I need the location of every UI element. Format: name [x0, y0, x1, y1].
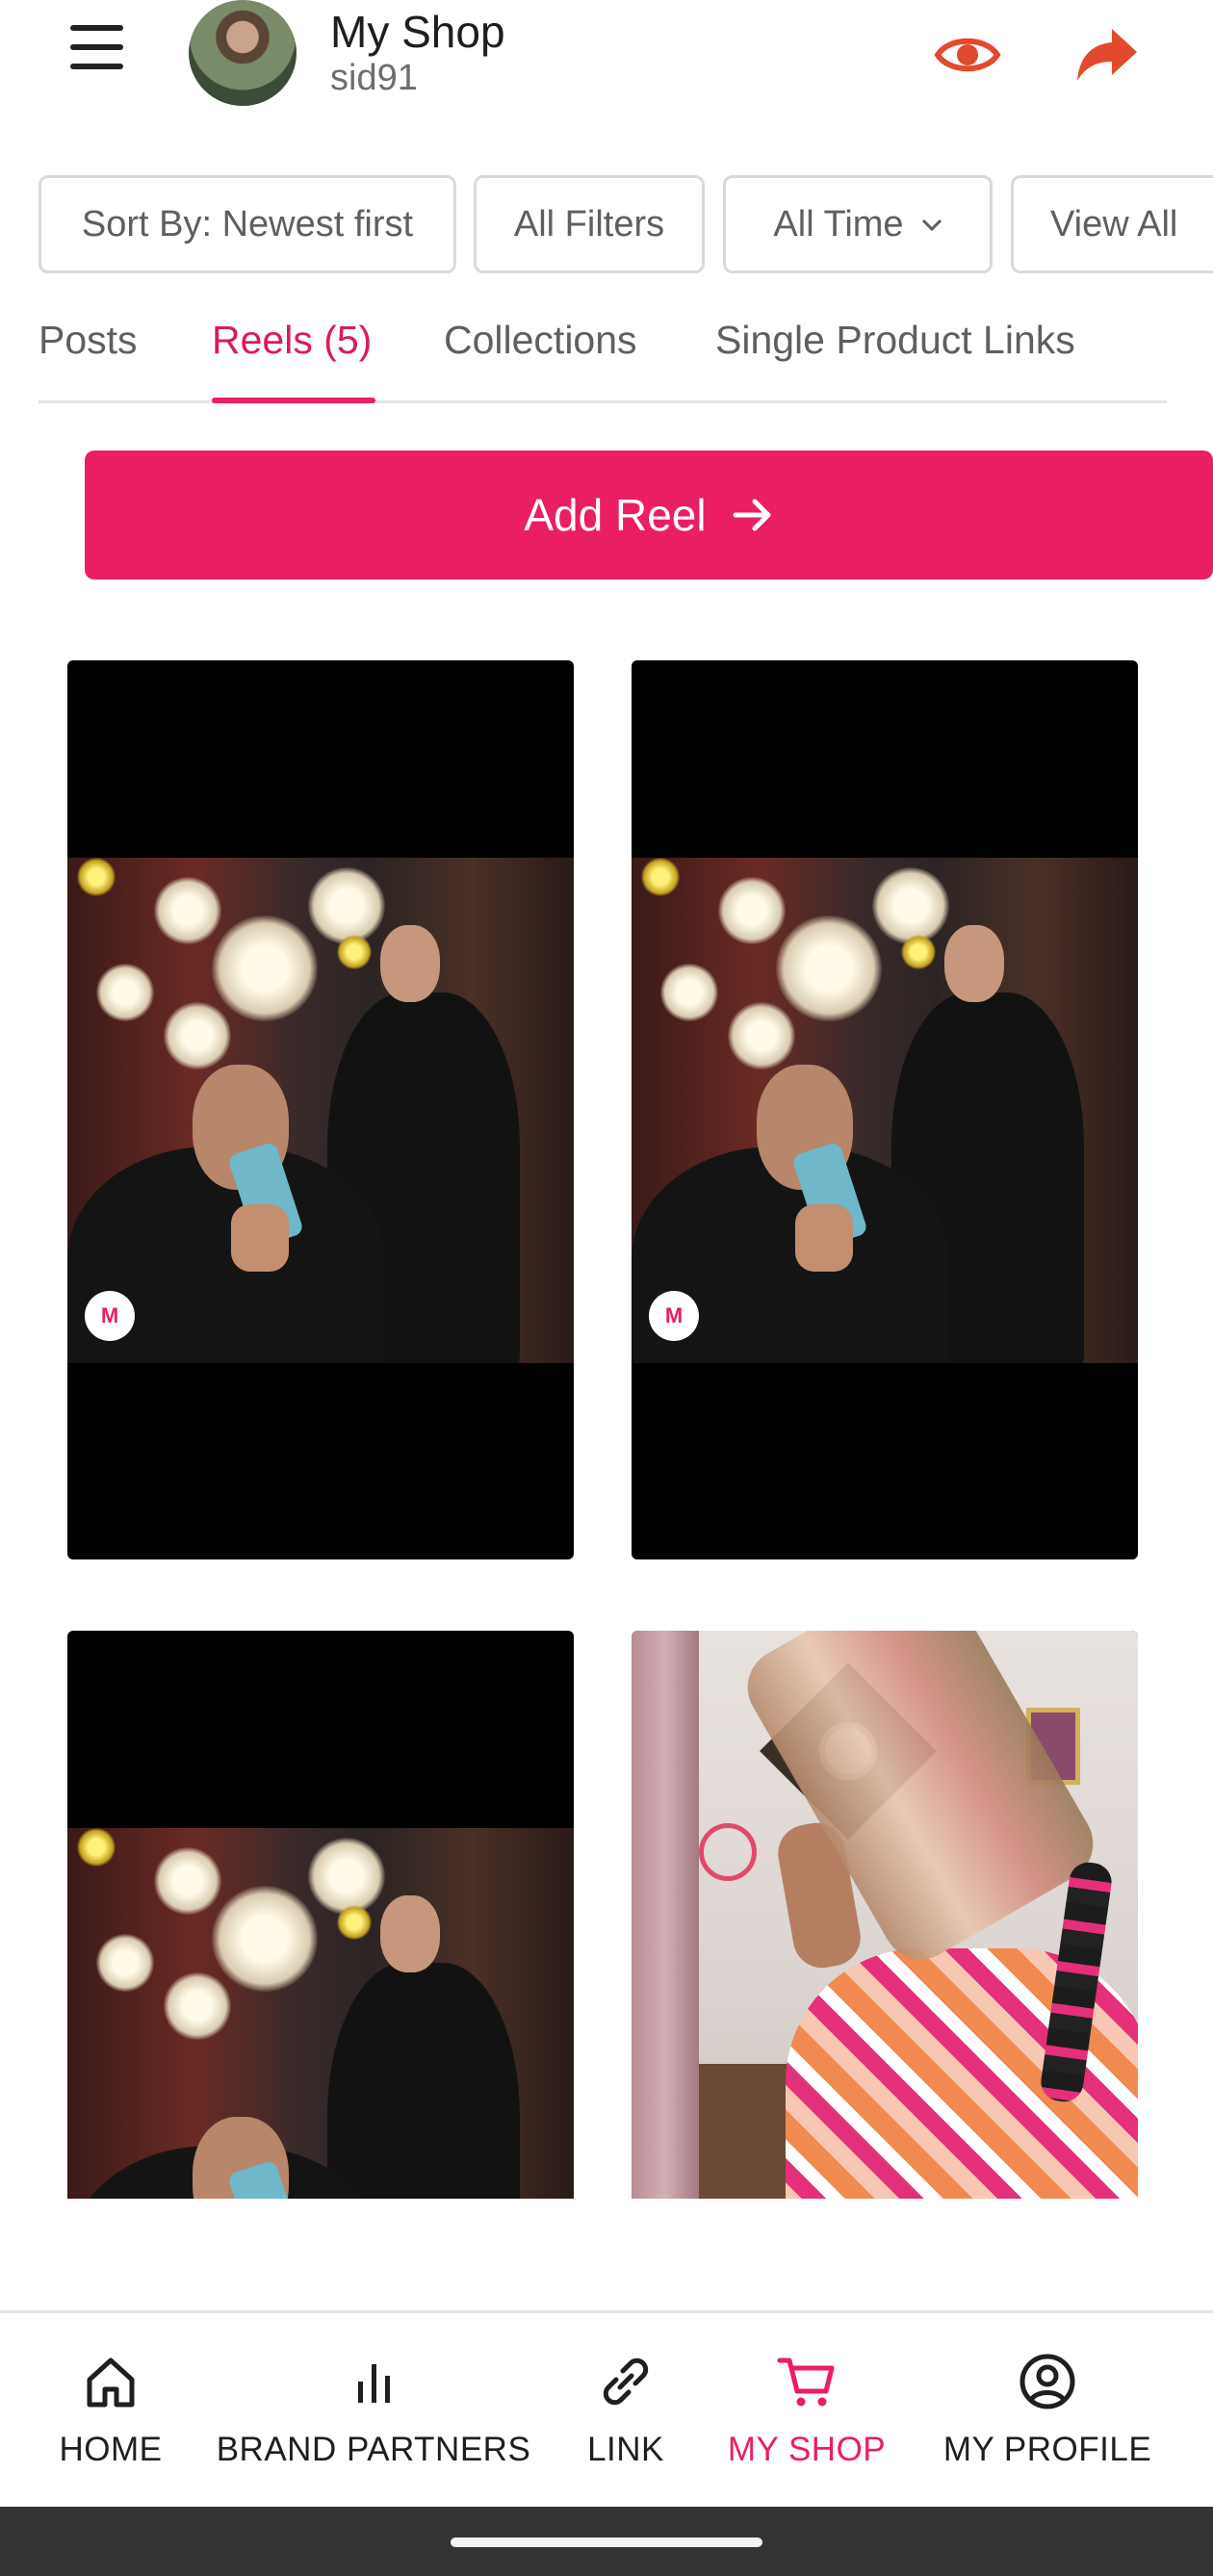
home-gesture-handle[interactable] [451, 2537, 762, 2547]
all-filters-label: All Filters [513, 203, 665, 245]
reel-thumbnail [632, 1631, 1138, 2199]
avatar[interactable] [189, 0, 297, 106]
tab-collections[interactable]: Collections [444, 318, 637, 363]
nav-brand-partners[interactable]: BRAND PARTNERS [216, 2313, 531, 2510]
profile-icon [1018, 2348, 1077, 2415]
tab-posts[interactable]: Posts [39, 318, 138, 363]
menu-icon[interactable] [64, 21, 129, 79]
reel-card[interactable] [632, 1631, 1138, 2199]
view-label: View All [1050, 203, 1178, 245]
myntra-badge: M [85, 1291, 135, 1341]
all-filters-button[interactable]: All Filters [474, 175, 705, 273]
sort-label: Sort By: Newest first [81, 203, 414, 245]
nav-my-profile[interactable]: MY PROFILE [943, 2313, 1151, 2510]
nav-link-label: LINK [587, 2431, 664, 2468]
myntra-badge: M [649, 1291, 699, 1341]
reel-card[interactable]: M [632, 660, 1138, 1559]
add-reel-button[interactable]: Add Reel [85, 451, 1213, 580]
page-title: My Shop [330, 7, 505, 57]
home-icon [82, 2348, 140, 2415]
tab-divider [39, 400, 1167, 403]
nav-link[interactable]: LINK [568, 2313, 684, 2510]
nav-my-profile-label: MY PROFILE [942, 2431, 1152, 2468]
tab-reels[interactable]: Reels (5) [212, 318, 372, 363]
chevron-down-icon [921, 219, 942, 232]
nav-my-shop-label: MY SHOP [727, 2431, 887, 2468]
nav-my-shop[interactable]: MY SHOP [722, 2313, 891, 2510]
tab-single-product-links[interactable]: Single Product Links [715, 318, 1075, 363]
nav-brand-partners-label: BRAND PARTNERS [216, 2431, 531, 2468]
active-tab-indicator [212, 398, 375, 403]
add-reel-label: Add Reel [524, 490, 707, 540]
username: sid91 [330, 58, 418, 98]
time-dropdown[interactable]: All Time [723, 175, 993, 273]
view-dropdown[interactable]: View All [1011, 175, 1213, 273]
reel-card[interactable]: M [67, 660, 574, 1559]
app-header: My Shop sid91 [0, 0, 1213, 116]
reel-thumbnail: M [67, 858, 574, 1363]
share-icon[interactable] [1073, 21, 1141, 89]
bar-chart-icon [345, 2348, 402, 2415]
cart-icon [776, 2348, 838, 2415]
eye-icon[interactable] [934, 21, 1001, 89]
link-icon [595, 2348, 657, 2415]
arrow-right-icon [733, 499, 771, 531]
reel-card[interactable] [67, 1631, 574, 2199]
nav-home-label: HOME [59, 2431, 163, 2468]
reel-thumbnail: M [632, 858, 1138, 1363]
time-label: All Time [773, 203, 904, 245]
reel-thumbnail [67, 1828, 574, 2199]
nav-home[interactable]: HOME [39, 2313, 183, 2510]
bottom-navigation: HOME BRAND PARTNERS LINK MY SHOP MY PROF… [0, 2310, 1213, 2507]
sort-dropdown[interactable]: Sort By: Newest first [39, 175, 456, 273]
